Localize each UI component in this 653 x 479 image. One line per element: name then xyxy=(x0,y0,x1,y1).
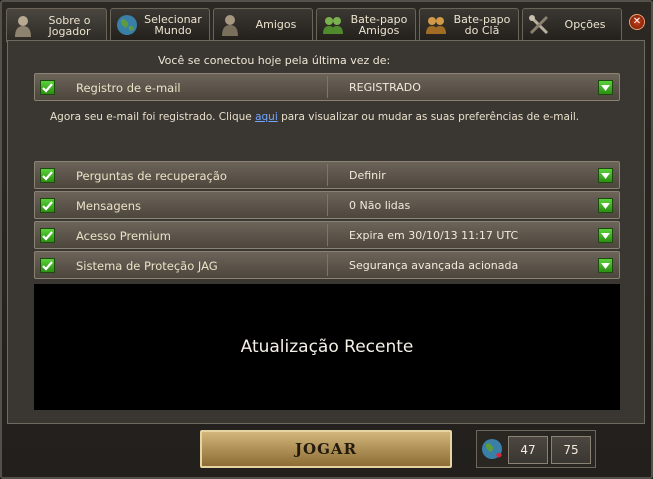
check-icon xyxy=(40,168,55,183)
check-icon xyxy=(40,228,55,243)
tab-label: Sobre o Jogador xyxy=(48,13,91,38)
tab-label: Bate-papo Amigos xyxy=(350,12,408,37)
row-value: 0 Não lidas xyxy=(349,199,411,212)
row-value: Expira em 30/10/13 11:17 UTC xyxy=(349,229,519,242)
row-label: Acesso Premium xyxy=(76,229,171,243)
check-icon xyxy=(40,258,55,273)
check-icon xyxy=(40,198,55,213)
recent-update-banner[interactable]: Atualização Recente xyxy=(34,284,620,410)
close-icon[interactable]: ✕ xyxy=(629,14,645,30)
friends-chat-icon xyxy=(321,13,345,37)
row-value: Definir xyxy=(349,169,386,182)
chevron-down-icon[interactable] xyxy=(598,228,613,243)
row-acesso-premium[interactable]: Acesso Premium Expira em 30/10/13 11:17 … xyxy=(34,221,620,249)
row-value: Segurança avançada acionada xyxy=(349,259,519,272)
world-stat-b: 75 xyxy=(551,436,591,464)
chevron-down-icon[interactable] xyxy=(598,198,613,213)
row-divider xyxy=(327,254,328,276)
tools-icon xyxy=(527,13,551,37)
email-note: Agora seu e-mail foi registrado. Clique … xyxy=(50,111,580,123)
recent-update-title: Atualização Recente xyxy=(240,337,414,357)
check-icon xyxy=(40,80,55,95)
row-mensagens[interactable]: Mensagens 0 Não lidas xyxy=(34,191,620,219)
row-perguntas-recuperacao[interactable]: Perguntas de recuperação Definir xyxy=(34,161,620,189)
row-divider xyxy=(327,76,328,98)
chevron-down-icon[interactable] xyxy=(598,80,613,95)
clan-chat-icon xyxy=(424,13,448,37)
tab-label: Bate-papo do Clã xyxy=(453,12,511,37)
email-preferences-link[interactable]: aqui xyxy=(255,111,278,123)
tab-opcoes[interactable]: Opções xyxy=(522,8,622,40)
tab-amigos[interactable]: Amigos xyxy=(213,8,313,40)
last-login-text: Você se conectou hoje pela última vez de… xyxy=(158,54,391,67)
chevron-down-icon[interactable] xyxy=(598,168,613,183)
tab-label: Amigos xyxy=(255,18,297,31)
row-label: Mensagens xyxy=(76,199,141,213)
row-value: REGISTRADO xyxy=(349,81,421,94)
row-divider xyxy=(327,164,328,186)
tab-label: Opções xyxy=(564,18,606,31)
world-stats: 47 75 xyxy=(476,430,596,468)
tab-bar: Sobre o Jogador Selecionar Mundo Amigos … xyxy=(6,8,646,42)
friends-icon xyxy=(218,13,242,37)
row-label: Registro de e-mail xyxy=(76,81,181,95)
row-divider xyxy=(327,194,328,216)
tab-sobre-o-jogador[interactable]: Sobre o Jogador xyxy=(6,8,107,42)
globe-icon xyxy=(115,13,139,37)
world-stat-a: 47 xyxy=(508,436,548,464)
tab-selecionar-mundo[interactable]: Selecionar Mundo xyxy=(110,8,210,40)
play-button[interactable]: JOGAR xyxy=(200,430,452,468)
tab-label: Selecionar Mundo xyxy=(144,12,202,37)
row-sistema-protecao-jag[interactable]: Sistema de Proteção JAG Segurança avança… xyxy=(34,251,620,279)
row-registro-email[interactable]: Registro de e-mail REGISTRADO xyxy=(34,73,620,101)
tab-bate-papo-amigos[interactable]: Bate-papo Amigos xyxy=(316,8,416,40)
row-divider xyxy=(327,224,328,246)
chevron-down-icon[interactable] xyxy=(598,258,613,273)
row-label: Sistema de Proteção JAG xyxy=(76,259,218,273)
player-icon xyxy=(11,14,35,38)
row-label: Perguntas de recuperação xyxy=(76,169,227,183)
world-globe-icon xyxy=(481,438,505,462)
tab-bate-papo-do-cla[interactable]: Bate-papo do Clã xyxy=(419,8,519,40)
